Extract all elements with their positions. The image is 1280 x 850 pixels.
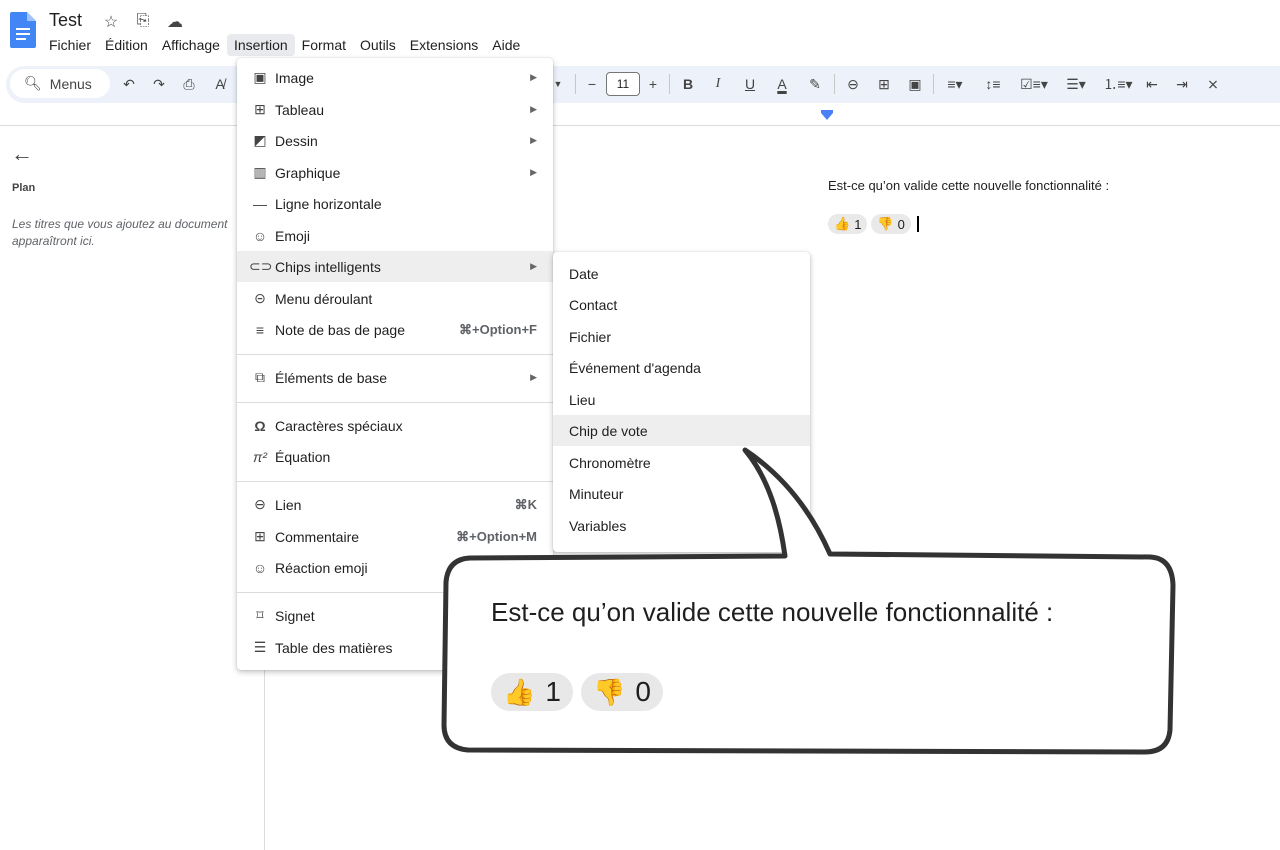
callout-question-text: Est-ce qu’on valide cette nouvelle fonct… — [491, 597, 1054, 627]
callout-down-count: 0 — [635, 676, 651, 707]
callout-voting-chip: 👍 1 👎 0 — [491, 673, 663, 711]
thumbs-up-icon: 👍 — [503, 676, 536, 707]
callout-thumbs-down-chip: 👎 0 — [580, 673, 663, 711]
thumbs-down-icon: 👎 — [592, 676, 626, 707]
callout-bubble — [441, 447, 1176, 755]
callout-up-count: 1 — [545, 676, 561, 707]
callout-thumbs-up-chip: 👍 1 — [491, 673, 573, 711]
